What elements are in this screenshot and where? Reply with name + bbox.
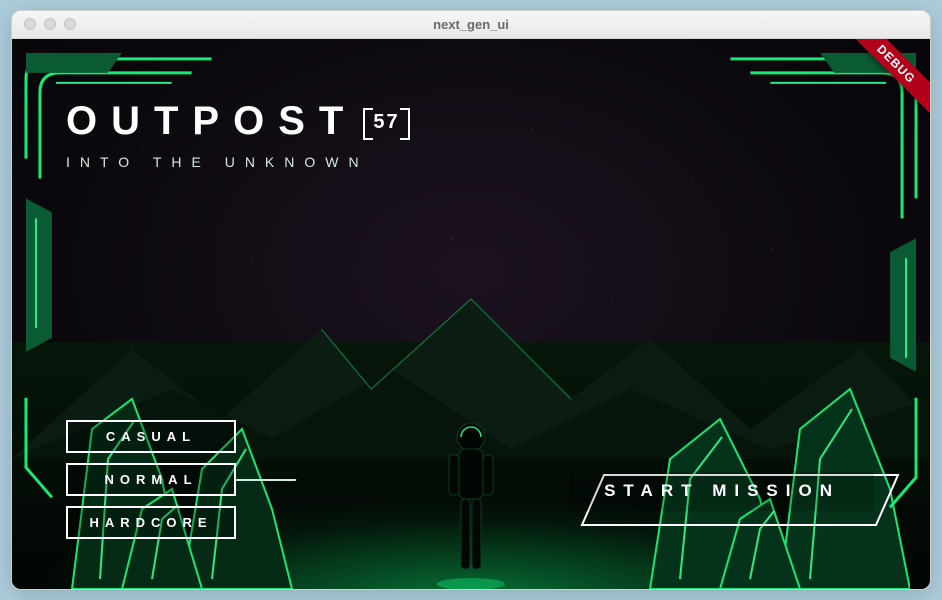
window-titlebar: next_gen_ui — [12, 11, 930, 39]
game-subtitle: INTO THE UNKNOWN — [66, 154, 406, 170]
game-number-badge: 57 — [367, 108, 405, 136]
close-icon[interactable] — [24, 18, 36, 30]
difficulty-option-hardcore[interactable]: HARDCORE — [66, 506, 236, 539]
game-title: OUTPOST — [66, 99, 357, 144]
minimize-icon[interactable] — [44, 18, 56, 30]
game-viewport: DEBUG OUTPOST 57 INTO THE UNKNOWN CASUAL… — [12, 39, 930, 589]
difficulty-selector: CASUAL NORMAL HARDCORE — [66, 420, 236, 539]
window-controls — [24, 18, 76, 30]
start-mission-button[interactable]: START MISSION — [570, 471, 874, 511]
window-title: next_gen_ui — [12, 17, 930, 32]
difficulty-option-casual[interactable]: CASUAL — [66, 420, 236, 453]
player-character — [431, 409, 511, 589]
difficulty-option-normal[interactable]: NORMAL — [66, 463, 236, 496]
debug-badge: DEBUG — [840, 39, 930, 120]
zoom-icon[interactable] — [64, 18, 76, 30]
title-block: OUTPOST 57 INTO THE UNKNOWN — [66, 99, 406, 170]
app-window: next_gen_ui — [11, 10, 931, 590]
foreground-rocks-right — [610, 309, 910, 589]
